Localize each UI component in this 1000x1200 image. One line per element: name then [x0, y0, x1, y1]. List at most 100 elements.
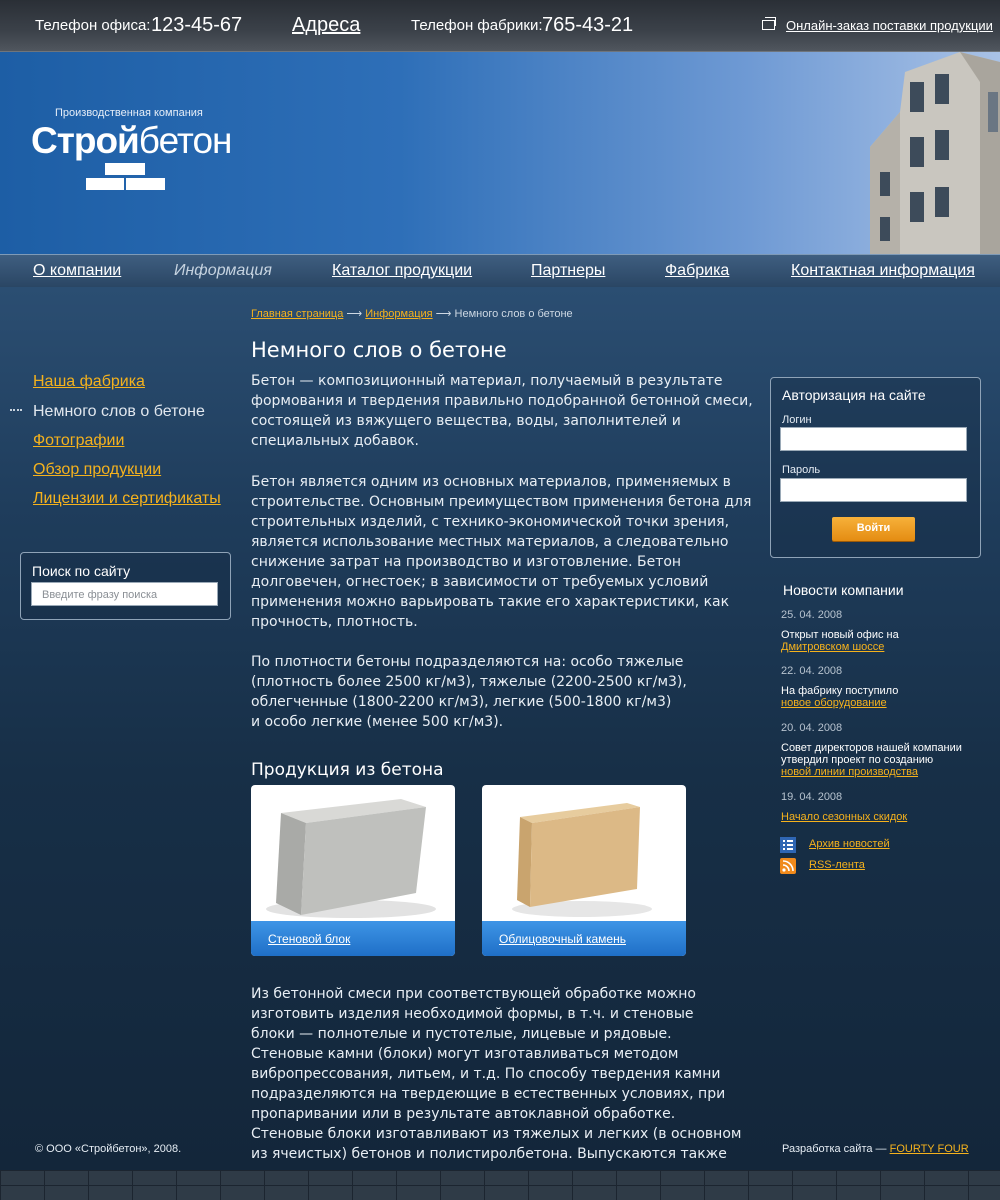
search-input[interactable]: Введите фразу поиска — [31, 582, 218, 606]
text-line: Из бетонной смеси при соответствующей об… — [251, 986, 696, 1002]
login-input[interactable] — [780, 427, 967, 451]
text-line: Стеновые блоки изготавливают из тяжелых … — [251, 1126, 742, 1142]
page-title: Немного слов о бетоне — [251, 338, 507, 362]
nav-item-about[interactable]: О компании — [33, 262, 121, 280]
news-link[interactable]: Дмитровском шоссе — [781, 641, 884, 653]
product-card-facing-stone[interactable]: Облицовочный камень — [482, 785, 686, 956]
text-line: долговечен, огнестоек; в зависимости от … — [251, 574, 709, 590]
login-title: Авторизация на сайте — [782, 387, 926, 403]
password-label: Пароль — [782, 464, 821, 476]
nav-item-catalog[interactable]: Каталог продукции — [332, 262, 472, 280]
news-text: Совет директоров нашей компании — [781, 742, 962, 754]
text-line: Бетон является одним из основных материа… — [251, 474, 731, 490]
news-text: На фабрику поступило — [781, 685, 899, 697]
logo-bold: Строй — [31, 120, 140, 161]
product-link-facing-stone[interactable]: Облицовочный камень — [499, 932, 626, 946]
nav-item-factory[interactable]: Фабрика — [665, 262, 729, 280]
paragraph-4: Из бетонной смеси при соответствующей об… — [251, 984, 751, 1164]
sidebar-item-photos[interactable]: Фотографии — [33, 432, 124, 450]
facing-stone-image — [512, 803, 652, 917]
text-line: строительных изделий, с технико-экономич… — [251, 514, 730, 530]
product-card-wall-block[interactable]: Стеновой блок — [251, 785, 455, 956]
footer-brick-pattern — [0, 1170, 1000, 1200]
paragraph-1: Бетон — композиционный материал, получае… — [251, 371, 753, 451]
breadcrumb-information[interactable]: Информация — [365, 308, 432, 320]
news-link[interactable]: новое оборудование — [781, 697, 887, 709]
search-placeholder: Введите фразу поиска — [42, 589, 158, 601]
logo-regular: бетон — [138, 120, 233, 161]
text-line: (плотность более 2500 кг/м3), тяжелые (2… — [251, 674, 687, 690]
factory-phone: 765-43-21 — [542, 14, 634, 36]
text-line: блоки — полнотелые и пустотелые, лицевые… — [251, 1026, 672, 1042]
news-archive-link[interactable]: Архив новостей — [809, 838, 890, 850]
text-line: строительстве. Основным преимуществом пр… — [251, 494, 752, 510]
copyright: © ООО «Стройбетон», 2008. — [35, 1143, 182, 1155]
text-line: Бетон — композиционный материал, получае… — [251, 373, 723, 389]
news-date: 20. 04. 2008 — [781, 722, 843, 734]
top-bar: Телефон офиса: 123-45-67 Адреса Телефон … — [0, 0, 1000, 52]
text-line: Стеновые камни (блоки) могут изготавлива… — [251, 1046, 679, 1062]
sidebar-item-concrete: Немного слов о бетоне — [33, 403, 205, 420]
products-title: Продукция из бетона — [251, 760, 444, 780]
text-line: является использование местных материало… — [251, 534, 729, 550]
nav-item-partners[interactable]: Партнеры — [531, 262, 605, 280]
news-title: Новости компании — [783, 582, 904, 598]
product-link-wall-block[interactable]: Стеновой блок — [268, 932, 350, 946]
list-icon — [780, 837, 796, 853]
product-caption: Стеновой блок — [251, 921, 455, 956]
login-box: Авторизация на сайте Логин Пароль Войти — [770, 377, 981, 558]
office-phone: 123-45-67 — [151, 14, 243, 36]
office-phone-label: Телефон офиса: — [35, 17, 151, 34]
text-line: состоящей из вяжущего вещества, воды, за… — [251, 413, 681, 429]
breadcrumb-home[interactable]: Главная страница — [251, 308, 343, 320]
rss-link[interactable]: RSS-лента — [809, 859, 865, 871]
breadcrumb: Главная страница ⟶ Информация ⟶ Немного … — [251, 307, 573, 320]
text-line: вибропрессования, литьем, и т.д. По спос… — [251, 1066, 721, 1082]
developer-credit: Разработка сайта — FOURTY FOUR — [782, 1143, 969, 1155]
news-date: 25. 04. 2008 — [781, 609, 843, 621]
building-image — [870, 52, 1000, 254]
logo-brick-icon — [105, 163, 145, 175]
search-box: Поиск по сайту Введите фразу поиска — [20, 552, 231, 620]
text-line: подразделяются на твердеющие в естествен… — [251, 1086, 726, 1102]
news-item: Открыт новый офис на Дмитровском шоссе — [781, 629, 899, 653]
developer-link[interactable]: FOURTY FOUR — [890, 1143, 969, 1155]
sidebar-item-licenses[interactable]: Лицензии и сертификаты — [33, 490, 221, 508]
text-line: формования и твердения правильно подобра… — [251, 393, 753, 409]
nav-item-contacts[interactable]: Контактная информация — [791, 262, 975, 280]
news-item: Начало сезонных скидок — [781, 811, 907, 823]
text-line: и особо легкие (менее 500 кг/м3). — [251, 714, 504, 730]
news-link[interactable]: Начало сезонных скидок — [781, 811, 907, 823]
logo-brick-icon — [126, 178, 165, 190]
nav-item-information[interactable]: Информация — [174, 262, 272, 280]
site-header: Производственная компания Стройбетон — [0, 52, 1000, 254]
login-label: Логин — [782, 414, 812, 426]
password-input[interactable] — [780, 478, 967, 502]
breadcrumb-current: Немного слов о бетоне — [454, 308, 573, 320]
login-button[interactable]: Войти — [832, 517, 915, 541]
main-nav: О компании Информация Каталог продукции … — [0, 254, 1000, 288]
text-line: прочность, плотность. — [251, 614, 418, 630]
online-order-link[interactable]: Онлайн-заказ поставки продукции — [786, 18, 993, 33]
news-text: утвердил проект по созданию — [781, 754, 934, 766]
addresses-link[interactable]: Адреса — [292, 14, 360, 37]
text-line: из ячеистых) бетонов и полистиролбетона.… — [251, 1146, 727, 1162]
factory-phone-label: Телефон фабрики: — [411, 17, 543, 34]
news-item: На фабрику поступило новое оборудование — [781, 685, 898, 709]
text-line: применения можно варьировать такие его х… — [251, 594, 730, 610]
window-icon — [762, 17, 776, 30]
news-link[interactable]: новой линии производства — [781, 766, 918, 778]
news-item: Совет директоров нашей компании утвердил… — [781, 742, 962, 778]
current-marker-icon — [10, 409, 22, 416]
logo-brick-icon — [86, 178, 124, 190]
news-date: 19. 04. 2008 — [781, 791, 843, 803]
sidebar-item-factory[interactable]: Наша фабрика — [33, 373, 145, 391]
sidebar-item-products[interactable]: Обзор продукции — [33, 461, 161, 479]
text-line: пропаривании или в результате автоклавно… — [251, 1106, 676, 1122]
text-line: По плотности бетоны подразделяются на: о… — [251, 654, 684, 670]
wall-block-image — [266, 799, 436, 918]
text-line: снижение затрат на производство и изгото… — [251, 554, 682, 570]
breadcrumb-arrow: ⟶ — [435, 308, 452, 320]
paragraph-2: Бетон является одним из основных материа… — [251, 472, 751, 632]
site-logo[interactable]: Стройбетон — [31, 120, 233, 162]
